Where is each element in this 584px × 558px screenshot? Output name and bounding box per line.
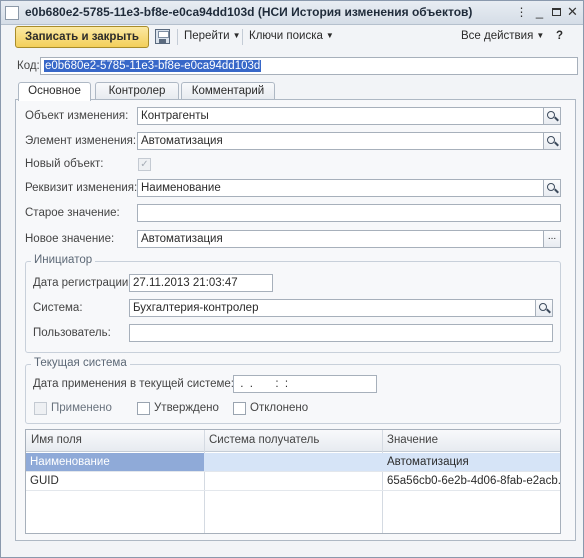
rejected-checkbox[interactable] [233, 402, 246, 415]
current-system-group [25, 364, 561, 424]
new-object-checkbox[interactable]: ✓ [138, 158, 151, 171]
element-label: Элемент изменения: [25, 135, 137, 147]
attr-label: Реквизит изменения: [25, 182, 138, 194]
apply-date-field[interactable]: . . : : [233, 375, 377, 393]
attr-search-button[interactable] [544, 179, 561, 197]
fields-table[interactable]: Имя поля Система получатель Значение Наи… [25, 429, 561, 534]
chevron-down-icon: ▼ [325, 31, 334, 40]
object-search-button[interactable] [544, 107, 561, 125]
title-bar: e0b680e2-5785-11e3-bf8e-e0ca94dd103d (НС… [1, 1, 583, 25]
chevron-down-icon: ▼ [232, 31, 241, 40]
chevron-down-icon: ▼ [536, 31, 545, 40]
table-row[interactable]: Наименование Автоматизация [26, 453, 560, 472]
save-and-close-button[interactable]: Записать и закрыть [15, 26, 149, 48]
tab-main[interactable]: Основное [18, 82, 91, 101]
all-actions-label: Все действия [461, 30, 534, 42]
system-label: Система: [33, 302, 83, 314]
toolbar-separator [177, 29, 178, 45]
table-cell[interactable] [205, 453, 382, 471]
code-value: e0b680e2-5785-11e3-bf8e-e0ca94dd103d [44, 60, 262, 72]
approved-label: Утверждено [154, 402, 219, 414]
window-title: e0b680e2-5785-11e3-bf8e-e0ca94dd103d (НС… [25, 5, 473, 19]
apply-date-label: Дата применения в текущей системе: [33, 378, 235, 390]
maximize-button[interactable] [548, 5, 565, 21]
user-field[interactable] [129, 324, 553, 342]
goto-menu[interactable]: Перейти ▼ [184, 30, 241, 42]
minimize-button[interactable]: _ [531, 5, 548, 21]
new-value-label: Новое значение: [25, 233, 115, 245]
form-window: e0b680e2-5785-11e3-bf8e-e0ca94dd103d (НС… [0, 0, 584, 558]
tab-comment[interactable]: Комментарий [181, 82, 275, 100]
more-icon[interactable]: ⋮ [513, 5, 530, 21]
object-field[interactable]: Контрагенты [137, 107, 544, 125]
reg-date-field[interactable]: 27.11.2013 21:03:47 [129, 274, 273, 292]
maximize-icon [552, 8, 561, 16]
table-cell[interactable]: GUID [26, 472, 204, 490]
column-header-field-name[interactable]: Имя поля [31, 434, 82, 446]
column-header-receiver-system[interactable]: Система получатель [209, 434, 319, 446]
element-search-button[interactable] [544, 132, 561, 150]
table-cell[interactable] [205, 472, 382, 490]
table-row[interactable]: GUID 65a56cb0-6e2b-4d06-8fab-e2acb... [26, 472, 560, 491]
table-cell[interactable]: Автоматизация [383, 453, 560, 471]
element-field[interactable]: Автоматизация [137, 132, 544, 150]
initiator-title: Инициатор [31, 254, 96, 266]
close-button[interactable]: ✕ [564, 5, 581, 21]
toolbar-separator [242, 29, 243, 45]
table-cell[interactable]: Наименование [26, 453, 204, 471]
applied-checkbox[interactable] [34, 402, 47, 415]
applied-label: Применено [51, 402, 112, 414]
app-icon [5, 6, 19, 20]
help-button[interactable]: ? [556, 30, 563, 42]
old-value-field[interactable] [137, 204, 561, 222]
tab-controller[interactable]: Контролер [95, 82, 179, 100]
system-field[interactable]: Бухгалтерия-контролер [129, 299, 536, 317]
table-cell[interactable]: 65a56cb0-6e2b-4d06-8fab-e2acb... [383, 472, 560, 490]
new-value-select-button[interactable]: ... [544, 230, 561, 248]
search-keys-menu[interactable]: Ключи поиска ▼ [249, 30, 334, 42]
search-keys-label: Ключи поиска [249, 30, 323, 42]
save-icon[interactable] [155, 29, 170, 44]
system-search-button[interactable] [536, 299, 553, 317]
user-label: Пользователь: [33, 327, 111, 339]
reg-date-label: Дата регистрации: [33, 277, 132, 289]
toolbar: Записать и закрыть Перейти ▼ Ключи поиска… [1, 25, 583, 50]
goto-label: Перейти [184, 30, 230, 42]
object-label: Объект изменения: [25, 110, 129, 122]
table-header: Имя поля Система получатель Значение [26, 430, 560, 452]
current-system-title: Текущая система [31, 357, 130, 369]
approved-checkbox[interactable] [137, 402, 150, 415]
code-field[interactable]: e0b680e2-5785-11e3-bf8e-e0ca94dd103d [40, 57, 578, 75]
all-actions-menu[interactable]: Все действия ▼ [461, 30, 544, 42]
attr-field[interactable]: Наименование [137, 179, 544, 197]
column-header-value[interactable]: Значение [387, 434, 438, 446]
new-object-label: Новый объект: [25, 158, 104, 170]
old-value-label: Старое значение: [25, 207, 120, 219]
code-label: Код: [17, 60, 40, 72]
new-value-field[interactable]: Автоматизация [137, 230, 544, 248]
rejected-label: Отклонено [250, 402, 309, 414]
